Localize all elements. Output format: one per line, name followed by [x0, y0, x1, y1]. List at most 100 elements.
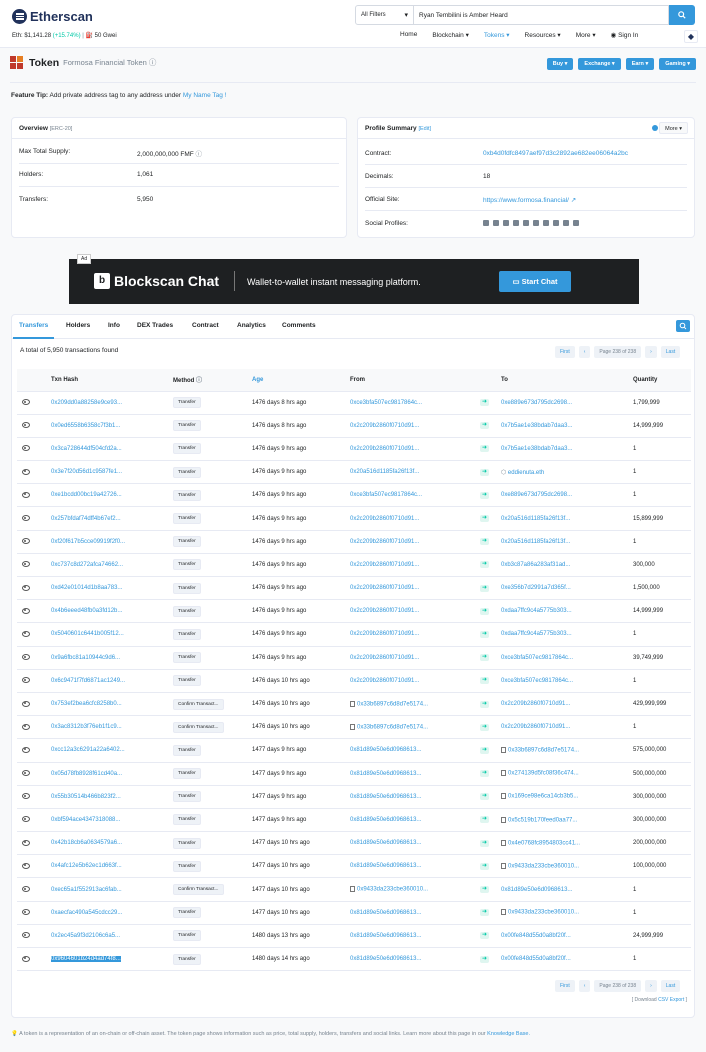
bitcointalk-icon[interactable] [543, 220, 549, 227]
txn-hash-link[interactable]: 0x209dd0a88258e9ce93... [51, 400, 122, 406]
official-site-link[interactable]: https://www.formosa.financial/ ↗ [483, 196, 576, 204]
txn-hash-link[interactable]: 0x2ec45a9f3d2106c6a5... [51, 933, 120, 939]
to-address-link[interactable]: 0xce3bfa507ec9817864c... [501, 655, 573, 661]
from-address-link[interactable]: 0x81d89e50e6d0968613... [350, 747, 421, 753]
txn-hash-link[interactable]: 0x05d78fb8928f61cd40a... [51, 771, 122, 777]
txn-hash-link[interactable]: 0xe1bcdd00bc19a42726... [51, 492, 122, 498]
eye-icon[interactable] [21, 814, 31, 823]
to-address-link[interactable]: 0xe889e673d795dc2698... [501, 492, 572, 498]
from-address-link[interactable]: 0xce3bfa507ec9817864c... [350, 492, 422, 498]
txn-hash-link[interactable]: 0xbf594ace4347318088... [51, 817, 120, 823]
txn-hash-link[interactable]: 0xc737c8d272afca74662... [51, 562, 123, 568]
to-address-link[interactable]: 0x9433da233cbe360010... [508, 910, 579, 916]
start-chat-button[interactable]: ▭ Start Chat [499, 271, 571, 292]
tab-contract[interactable]: Contract [192, 322, 219, 329]
my-name-tag-link[interactable]: My Name Tag ! [183, 92, 227, 99]
txn-hash-link[interactable]: 0x9a6fbc81a10944c9d6... [51, 655, 120, 661]
to-address-link[interactable]: 0x9433da233cbe360010... [508, 864, 579, 870]
page-prev[interactable]: ‹ [578, 346, 591, 358]
search-filter-select[interactable]: All Filters [355, 5, 414, 25]
eye-icon[interactable] [21, 722, 31, 731]
txn-hash-link[interactable]: 0x257bfdaf74dff4b67ef2... [51, 516, 121, 522]
from-address-link[interactable]: 0x81d89e50e6d0968613... [350, 933, 421, 939]
etherscan-logo[interactable]: Etherscan [12, 9, 93, 24]
to-address-link[interactable]: 0xe889e673d795dc2698... [501, 400, 572, 406]
tab-holders[interactable]: Holders [66, 322, 90, 329]
twitter-icon[interactable] [523, 220, 529, 227]
eye-icon[interactable] [21, 791, 31, 800]
txn-hash-link[interactable]: 0x753ef2bea6cfc8258b0... [51, 701, 122, 707]
from-address-link[interactable]: 0x81d89e50e6d0968613... [350, 771, 421, 777]
page-next[interactable]: › [645, 980, 657, 992]
blockscan-chat-ad[interactable]: b Blockscan Chat Wallet-to-wallet instan… [69, 259, 639, 304]
eye-icon[interactable] [21, 467, 31, 476]
nav-home[interactable]: Home [400, 31, 417, 39]
eye-icon[interactable] [21, 930, 31, 939]
from-address-link[interactable]: 0x20a516d1185fa26f13f... [350, 469, 419, 475]
from-address-link[interactable]: 0x2c209b2860f0710d91... [350, 585, 419, 591]
from-address-link[interactable]: 0x2c209b2860f0710d91... [350, 539, 419, 545]
to-address-link[interactable]: 0x4e0768fc8954803cc41... [508, 840, 580, 846]
to-address-link[interactable]: eddienuta.eth [508, 470, 544, 476]
page-last[interactable]: Last [660, 346, 681, 358]
tab-info[interactable]: Info [108, 322, 120, 329]
from-address-link[interactable]: 0x81d89e50e6d0968613... [350, 956, 421, 962]
from-address-link[interactable]: 0x81d89e50e6d0968613... [350, 840, 421, 846]
from-address-link[interactable]: 0x81d89e50e6d0968613... [350, 910, 421, 916]
exchange-button[interactable]: Exchange ▾ [578, 58, 621, 70]
to-address-link[interactable]: 0x169ce98e6ca14cb3b5... [508, 794, 578, 800]
eye-icon[interactable] [21, 838, 31, 847]
txn-hash-link[interactable]: 0x0ed6558b6358c7f3b1... [51, 423, 120, 429]
more-dropdown[interactable]: More ▾ [659, 122, 688, 134]
txn-hash-link[interactable]: 0xcc12a3c6291a22a6402... [51, 747, 125, 753]
tab-comments[interactable]: Comments [282, 322, 316, 329]
nav-more[interactable]: More ▾ [576, 31, 596, 39]
eye-icon[interactable] [21, 420, 31, 429]
to-address-link[interactable]: 0x274139d5fc08f36c474... [508, 771, 579, 777]
eye-icon[interactable] [21, 583, 31, 592]
from-address-link[interactable]: 0x2c209b2860f0710d91... [350, 423, 419, 429]
from-address-link[interactable]: 0x2c209b2860f0710d91... [350, 631, 419, 637]
txn-hash-link[interactable]: 0x5040601c6441b005f12... [51, 631, 124, 637]
from-address-link[interactable]: 0x81d89e50e6d0968613... [350, 817, 421, 823]
search-button[interactable] [669, 5, 695, 25]
filter-search-button[interactable] [676, 320, 690, 332]
col-age[interactable]: Age [248, 369, 346, 392]
txn-hash-link[interactable]: 0xaecfac490a545cdcc29... [51, 910, 122, 916]
to-address-link[interactable]: 0xdaa7ffc9c4a5775b303... [501, 631, 572, 637]
tab-analytics[interactable]: Analytics [237, 322, 266, 329]
to-address-link[interactable]: 0xe356b7d2991a7d365f... [501, 585, 571, 591]
page-first[interactable]: First [555, 346, 575, 358]
from-address-link[interactable]: 0x81d89e50e6d0968613... [350, 863, 421, 869]
to-address-link[interactable]: 0xb3c87a86a283af31ad... [501, 562, 570, 568]
nav-sign-in[interactable]: ◉ Sign In [611, 31, 639, 39]
page-prev[interactable]: ‹ [578, 980, 591, 992]
to-address-link[interactable]: 0x7b5ae1e38bdab7daa3... [501, 446, 572, 452]
eye-icon[interactable] [21, 745, 31, 754]
facebook-icon[interactable] [513, 220, 519, 227]
coingecko-icon[interactable] [533, 220, 539, 227]
eye-icon[interactable] [21, 629, 31, 638]
to-address-link[interactable]: 0x33b6897c6d8d7e5174... [508, 748, 579, 754]
email-icon[interactable] [483, 220, 489, 227]
ethereum-network-icon[interactable]: ◆ [684, 30, 698, 43]
from-address-link[interactable]: 0x2c209b2860f0710d91... [350, 516, 419, 522]
nav-blockchain[interactable]: Blockchain ▾ [432, 31, 469, 39]
to-address-link[interactable]: 0x81d89e50e6d0968613... [501, 887, 572, 893]
eye-icon[interactable] [21, 954, 31, 963]
to-address-link[interactable]: 0x20a516d1185fa26f13f... [501, 539, 570, 545]
eye-icon[interactable] [21, 861, 31, 870]
eye-icon[interactable] [21, 768, 31, 777]
eye-icon[interactable] [21, 397, 31, 406]
eye-icon[interactable] [21, 536, 31, 545]
page-first[interactable]: First [555, 980, 575, 992]
to-address-link[interactable]: 0x00fe848d55d0a8bf20f... [501, 933, 571, 939]
to-address-link[interactable]: 0x2c209b2860f0710d91... [501, 724, 570, 730]
eye-icon[interactable] [21, 699, 31, 708]
from-address-link[interactable]: 0x81d89e50e6d0968613... [350, 794, 421, 800]
eye-icon[interactable] [21, 884, 31, 893]
from-address-link[interactable]: 0x2c209b2860f0710d91... [350, 446, 419, 452]
tab-transfers[interactable]: Transfers [12, 322, 55, 339]
page-last[interactable]: Last [660, 980, 681, 992]
earn-button[interactable]: Earn ▾ [625, 58, 655, 70]
